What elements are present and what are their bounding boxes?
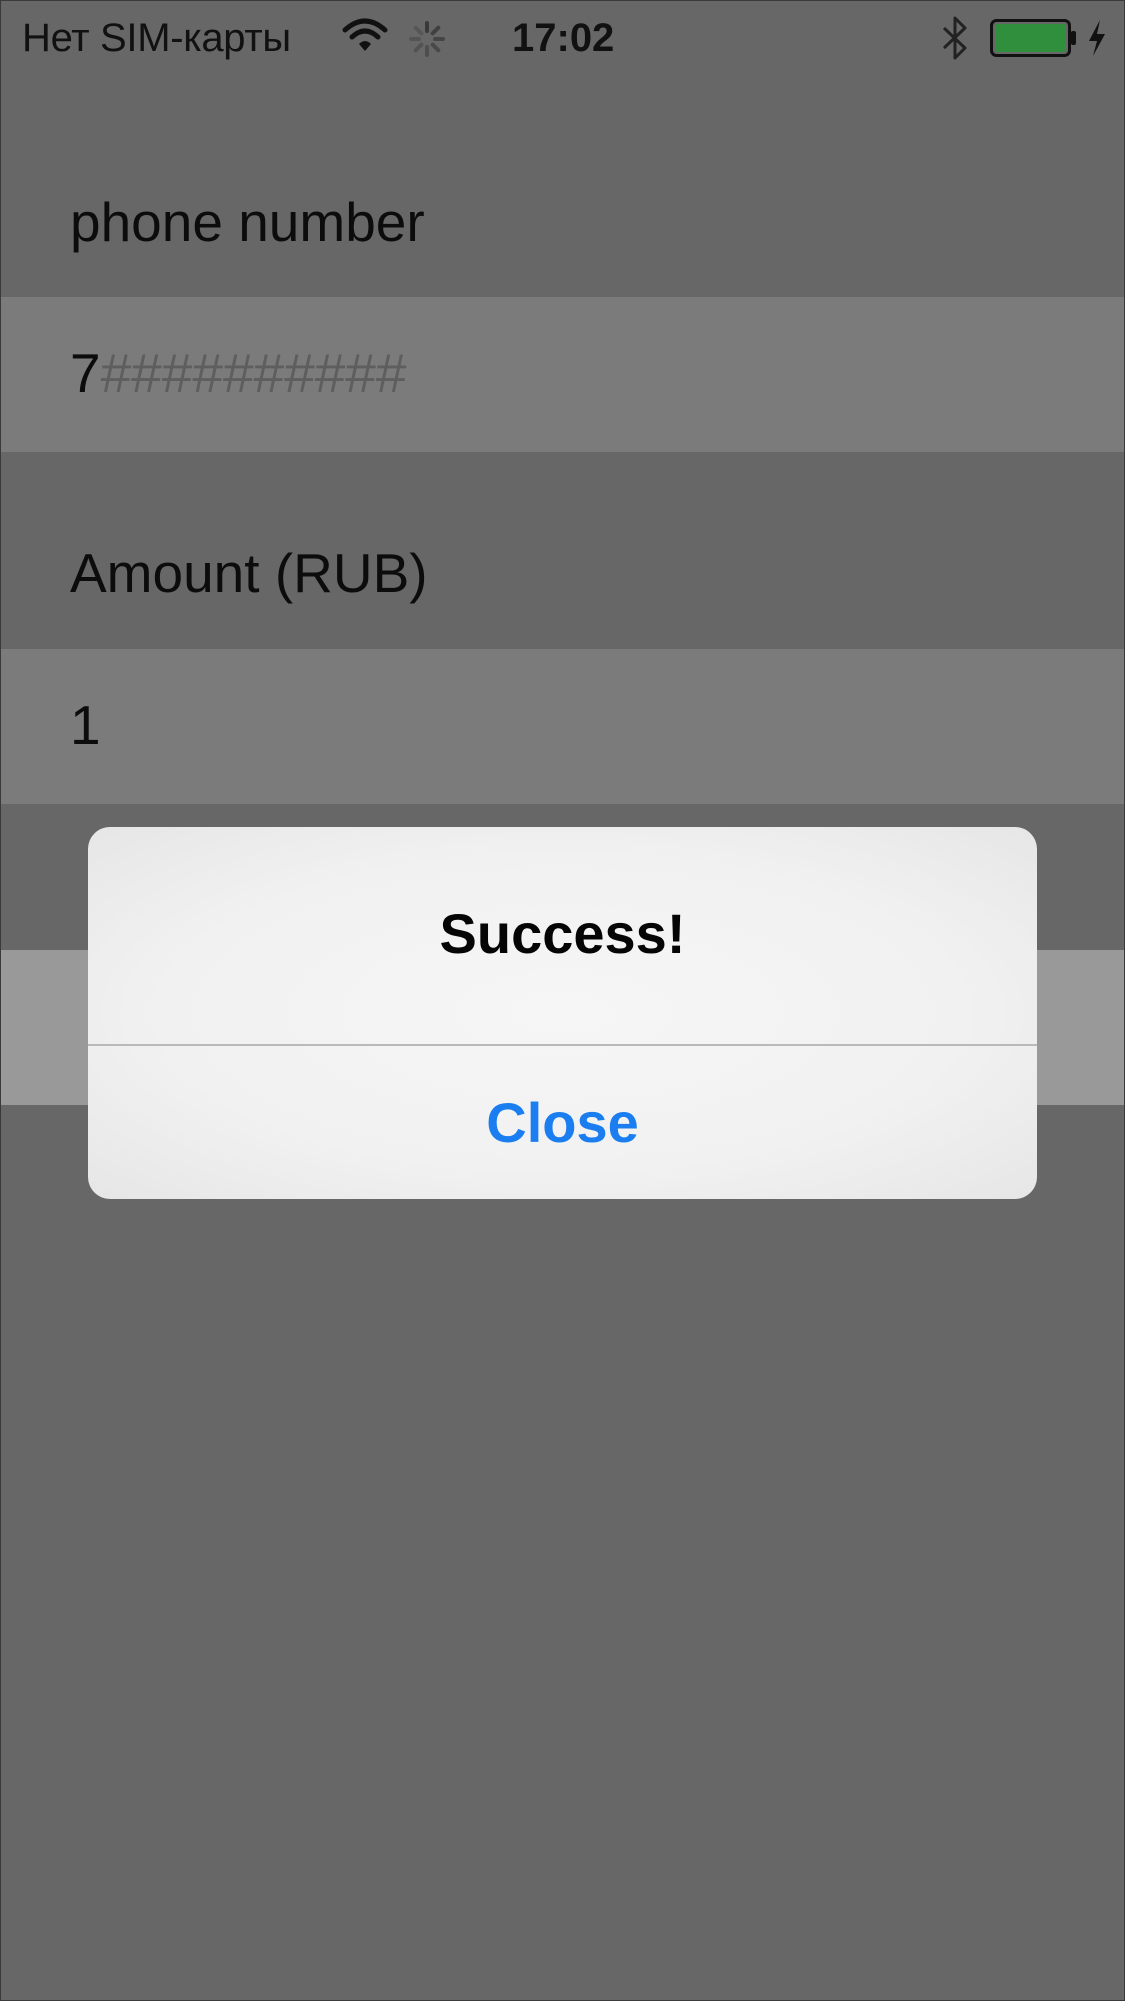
bluetooth-icon bbox=[942, 16, 967, 60]
phone-number-input[interactable]: 7########## bbox=[0, 297, 1125, 452]
phone-input-text: 7########## bbox=[70, 341, 406, 405]
battery-icon bbox=[990, 19, 1076, 57]
phone-label-row: phone number bbox=[0, 190, 1125, 290]
phone-input-placeholder: ########## bbox=[100, 342, 407, 404]
amount-input[interactable]: 1 bbox=[0, 649, 1125, 804]
charging-bolt-icon bbox=[1089, 20, 1105, 56]
wifi-icon bbox=[342, 18, 388, 51]
amount-label-row: Amount (RUB) bbox=[0, 541, 1125, 641]
amount-input-value: 1 bbox=[70, 694, 101, 756]
success-alert-dialog: Success! Close bbox=[88, 827, 1037, 1199]
alert-title: Success! bbox=[439, 902, 686, 965]
activity-spinner-icon bbox=[409, 21, 445, 57]
close-button[interactable]: Close bbox=[88, 1046, 1037, 1199]
phone-input-value: 7 bbox=[70, 342, 101, 404]
status-bar: Нет SIM-карты 17:02 bbox=[0, 0, 1125, 78]
carrier-label: Нет SIM-карты bbox=[22, 16, 291, 60]
amount-label: Amount (RUB) bbox=[70, 542, 428, 604]
phone-number-label: phone number bbox=[70, 191, 425, 253]
clock-time: 17:02 bbox=[512, 16, 615, 60]
